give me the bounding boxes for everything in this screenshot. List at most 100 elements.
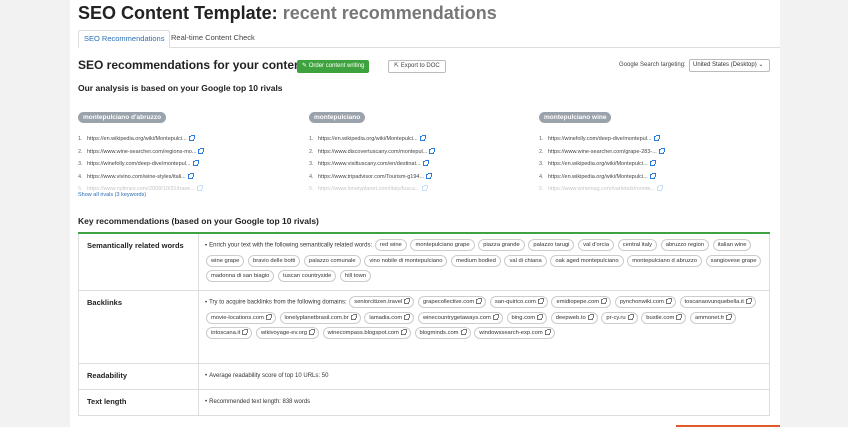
domain-label[interactable]: grapecollective.com: [423, 299, 474, 305]
backlink-domain-chip[interactable]: wikivoyage-ev.org: [256, 327, 319, 340]
external-link-icon[interactable]: [198, 147, 205, 154]
backlink-domain-chip[interactable]: winecompass.blogspot.com: [322, 327, 411, 340]
external-link-icon[interactable]: [745, 297, 752, 304]
external-link-icon[interactable]: [649, 160, 656, 167]
external-link-icon[interactable]: [350, 313, 357, 320]
backlink-domain-chip[interactable]: lonelyplanetbrasil.com.br: [279, 311, 361, 324]
domain-label[interactable]: windowssearch-exp.com: [479, 330, 542, 336]
external-link-icon[interactable]: [544, 329, 551, 336]
rival-url-item[interactable]: 2. https://www.wine-searcher.com/grape-28…: [539, 146, 709, 159]
backlink-domain-chip[interactable]: blogminds.com: [414, 327, 471, 340]
rival-url-item[interactable]: 4. https://www.tripadvisor.com/Tourism-g1…: [309, 171, 479, 184]
external-link-icon[interactable]: [460, 329, 467, 336]
rival-url[interactable]: https://en.wikipedia.org/wiki/Montepulci…: [87, 136, 187, 142]
backlink-domain-chip[interactable]: bing.com: [506, 311, 548, 324]
rival-url[interactable]: https://www.winemag.com/varietals/monte.…: [548, 186, 655, 192]
external-link-icon[interactable]: [537, 313, 544, 320]
rival-url-item[interactable]: 2. https://www.wine-searcher.com/regions-…: [78, 146, 248, 159]
backlink-domain-chip[interactable]: intoscana.it: [206, 327, 253, 340]
domain-label[interactable]: intoscana.it: [211, 330, 240, 336]
external-link-icon[interactable]: [400, 329, 407, 336]
rival-url[interactable]: https://en.wikipedia.org/wiki/Montepulci…: [318, 136, 418, 142]
backlink-domain-chip[interactable]: deepweb.to: [550, 311, 598, 324]
domain-label[interactable]: pr-cy.ru: [606, 315, 625, 321]
external-link-icon[interactable]: [419, 135, 426, 142]
rival-url-item[interactable]: 3. https://winefolly.com/deep-dive/montep…: [78, 158, 248, 171]
external-link-icon[interactable]: [188, 135, 195, 142]
backlink-domain-chip[interactable]: lamadia.com: [364, 311, 415, 324]
external-link-icon[interactable]: [476, 297, 483, 304]
external-link-icon[interactable]: [426, 172, 433, 179]
domain-label[interactable]: san-quirico.com: [495, 299, 536, 305]
external-link-icon[interactable]: [404, 297, 411, 304]
rival-url-item[interactable]: 2. https://www.discovertuscany.com/montep…: [309, 146, 479, 159]
domain-label[interactable]: bing.com: [512, 315, 536, 321]
rival-url-item[interactable]: 4. https://www.vivino.com/wine-styles/ita…: [78, 171, 248, 184]
external-link-icon[interactable]: [192, 160, 199, 167]
rival-url-item[interactable]: 3. https://www.visittuscany.com/en/destin…: [309, 158, 479, 171]
backlink-domain-chip[interactable]: bustle.com: [641, 311, 687, 324]
rival-url-item[interactable]: 1. https://en.wikipedia.org/wiki/Montepul…: [309, 133, 479, 146]
rival-url-item[interactable]: 1. https://en.wikipedia.org/wiki/Montepul…: [78, 133, 248, 146]
domain-label[interactable]: winecountrygetaways.com: [423, 315, 491, 321]
backlink-domain-chip[interactable]: san-quirico.com: [489, 296, 548, 308]
backlink-domain-chip[interactable]: seniorcitizen.travel: [349, 296, 415, 308]
external-link-icon[interactable]: [492, 313, 499, 320]
tab-seo-recommendations[interactable]: SEO Recommendations: [78, 30, 171, 48]
external-link-icon[interactable]: [665, 297, 672, 304]
export-to-doc-button[interactable]: ⇱ Export to DOC: [388, 60, 446, 73]
external-link-icon[interactable]: [422, 160, 429, 167]
external-link-icon[interactable]: [658, 147, 665, 154]
backlink-domain-chip[interactable]: movie-locations.com: [206, 311, 276, 324]
domain-label[interactable]: wikivoyage-ev.org: [261, 330, 307, 336]
backlink-domain-chip[interactable]: toscanaovunquebella.it: [679, 296, 756, 308]
rival-url[interactable]: https://www.vivino.com/wine-styles/itali…: [87, 174, 186, 180]
rival-url[interactable]: https://www.lonelyplanet.com/italy/tusca…: [318, 186, 420, 192]
rival-url[interactable]: https://www.wine-searcher.com/regions-mo…: [87, 149, 196, 155]
domain-label[interactable]: ammonet.fr: [695, 315, 724, 321]
domain-label[interactable]: seniorcitizen.travel: [354, 299, 402, 305]
external-link-icon[interactable]: [308, 329, 315, 336]
external-link-icon[interactable]: [627, 313, 634, 320]
external-link-icon[interactable]: [587, 313, 594, 320]
backlink-domain-chip[interactable]: grapecollective.com: [417, 296, 487, 308]
backlink-domain-chip[interactable]: emidiopepe.com: [551, 296, 612, 308]
rival-url[interactable]: https://www.discovertuscany.com/montepul…: [318, 149, 427, 155]
rival-url-item[interactable]: 3. https://en.wikipedia.org/wiki/Montepul…: [539, 158, 709, 171]
rival-url[interactable]: https://winefolly.com/deep-dive/montepul…: [87, 161, 191, 167]
order-content-writing-button[interactable]: ✎ Order content writing: [297, 60, 370, 73]
rival-url[interactable]: https://www.tripadvisor.com/Tourism-g194…: [318, 174, 424, 180]
domain-label[interactable]: blogminds.com: [420, 330, 459, 336]
external-link-icon[interactable]: [676, 313, 683, 320]
backlink-domain-chip[interactable]: winecountrygetaways.com: [417, 311, 503, 324]
external-link-icon[interactable]: [187, 172, 194, 179]
backlink-domain-chip[interactable]: ammonet.fr: [689, 311, 737, 324]
domain-label[interactable]: bustle.com: [646, 315, 674, 321]
external-link-icon[interactable]: [653, 135, 660, 142]
domain-label[interactable]: lonelyplanetbrasil.com.br: [285, 315, 349, 321]
external-link-icon[interactable]: [265, 313, 272, 320]
backlink-domain-chip[interactable]: pr-cy.ru: [601, 311, 638, 324]
domain-label[interactable]: movie-locations.com: [211, 315, 264, 321]
external-link-icon[interactable]: [404, 313, 411, 320]
show-all-rivals-link[interactable]: Show all rivals (3 keywords): [78, 192, 146, 198]
rival-url-item[interactable]: 4. https://en.wikipedia.org/wiki/Montepul…: [539, 171, 709, 184]
rival-url[interactable]: https://en.wikipedia.org/wiki/Montepulci…: [548, 161, 648, 167]
backlink-domain-chip[interactable]: pynchonwiki.com: [614, 296, 676, 308]
external-link-icon[interactable]: [656, 185, 663, 192]
rival-url-item[interactable]: 5. https://www.winemag.com/varietals/mont…: [539, 183, 709, 196]
backlink-domain-chip[interactable]: windowssearch-exp.com: [474, 327, 555, 340]
rival-url-item[interactable]: 1. https://winefolly.com/deep-dive/montep…: [539, 133, 709, 146]
rival-url[interactable]: https://winefolly.com/deep-dive/montepul…: [548, 136, 652, 142]
external-link-icon[interactable]: [196, 185, 203, 192]
rival-url[interactable]: https://en.wikipedia.org/wiki/Montepulci…: [548, 174, 648, 180]
external-link-icon[interactable]: [421, 185, 428, 192]
external-link-icon[interactable]: [429, 147, 436, 154]
rival-url[interactable]: https://www.visittuscany.com/en/destinat…: [318, 161, 421, 167]
domain-label[interactable]: deepweb.to: [556, 315, 586, 321]
external-link-icon[interactable]: [649, 172, 656, 179]
external-link-icon[interactable]: [726, 313, 733, 320]
domain-label[interactable]: lamadia.com: [369, 315, 402, 321]
domain-label[interactable]: pynchonwiki.com: [620, 299, 664, 305]
external-link-icon[interactable]: [537, 297, 544, 304]
